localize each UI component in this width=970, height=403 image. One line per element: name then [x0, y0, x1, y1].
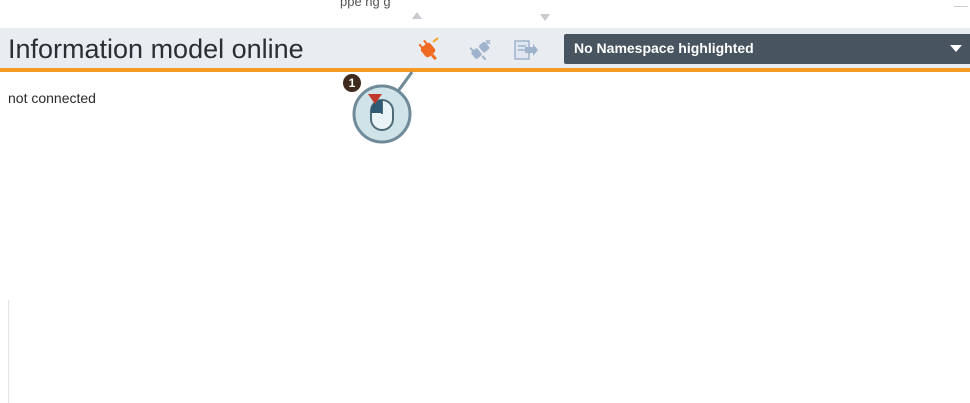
chevron-down-icon	[950, 45, 962, 52]
down-arrow-icon	[540, 14, 550, 21]
panel-header: Information model online No Namespace hi…	[0, 28, 970, 72]
namespace-dropdown[interactable]: No Namespace highlighted	[564, 34, 970, 64]
plug-connect-icon	[418, 37, 439, 61]
left-divider	[8, 300, 9, 403]
plug-disconnect-icon	[469, 39, 491, 61]
connect-button[interactable]	[414, 36, 442, 64]
up-arrow-icon	[412, 12, 422, 19]
export-icon	[514, 40, 538, 60]
panel-title: Information model online	[8, 34, 304, 64]
export-button[interactable]	[511, 36, 539, 64]
connection-status: not connected	[8, 90, 96, 106]
namespace-dropdown-value: No Namespace highlighted	[574, 40, 754, 56]
window-corner-mark	[954, 6, 968, 7]
disconnect-button[interactable]	[466, 36, 494, 64]
step-badge: 1	[343, 74, 361, 92]
top-strip: ppe ng g	[0, 0, 970, 28]
top-caption: ppe ng g	[340, 0, 391, 9]
